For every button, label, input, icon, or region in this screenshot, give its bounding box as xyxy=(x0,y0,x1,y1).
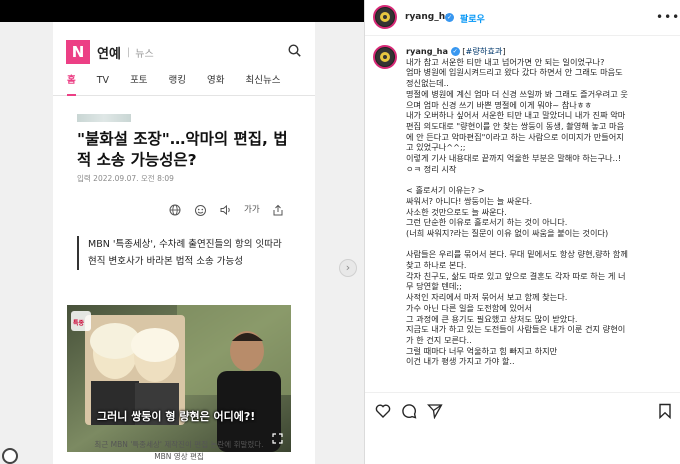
globe-icon[interactable] xyxy=(169,204,181,216)
tab-ranking[interactable]: 랭킹 xyxy=(169,72,186,96)
follow-button[interactable]: 팔로우 xyxy=(460,12,485,25)
speaker-icon[interactable] xyxy=(220,204,232,216)
bracket-close: ] xyxy=(502,46,506,56)
separator: | xyxy=(126,46,131,58)
avatar-image xyxy=(376,8,394,26)
photo-scene xyxy=(67,305,291,452)
post-actions xyxy=(365,392,680,464)
avatar[interactable] xyxy=(373,5,397,29)
caption-username[interactable]: ryang_ha xyxy=(406,46,448,56)
tab-home[interactable]: 홈 xyxy=(67,72,76,96)
subheadline-2: 현직 변호사가 바라본 법적 소송 가능성 xyxy=(88,256,243,267)
section-tabs: 홈 TV 포토 랭킹 영화 최신뉴스 xyxy=(53,72,315,96)
article-date: 입력 2022.09.07. 오전 8:09 xyxy=(77,174,174,183)
caption-line-2: MBN 영상 편집 xyxy=(154,452,204,461)
chevron-right-icon[interactable]: › xyxy=(339,259,357,277)
section-title[interactable]: 연예 xyxy=(97,43,121,62)
caption-body: 내가 참고 서운한 티만 내고 넘어가면 안 되는 일이었구나? 엄마 병원에 … xyxy=(406,56,628,367)
article-headline: "불화설 조장"…악마의 편집, 법적 소송 가능성은? xyxy=(77,130,288,169)
blurred-tag xyxy=(77,114,131,122)
article-page: N 연예 | 뉴스 홈 TV 포토 랭킹 영화 최신뉴스 "불화설 조장"…악마… xyxy=(53,22,315,464)
article-viewer: N 연예 | 뉴스 홈 TV 포토 랭킹 영화 최신뉴스 "불화설 조장"…악마… xyxy=(0,22,364,464)
send-icon[interactable] xyxy=(427,403,443,419)
caption-avatar-image xyxy=(376,48,394,66)
status-indicator xyxy=(2,448,18,464)
instagram-post-panel: ryang_ha ✓ 팔로우 ••• ryang_ha ✓ [#량하효과] 내가… xyxy=(364,0,680,464)
bookmark-icon[interactable] xyxy=(657,403,673,419)
article-photo[interactable]: 특종 그러니 쌍둥이 형 량현은 어디에?! xyxy=(67,305,291,452)
caption-area: ryang_ha ✓ [#량하효과] 내가 참고 서운한 티만 내고 넘어가면 … xyxy=(365,36,680,392)
share-icon[interactable] xyxy=(272,204,284,216)
post-caption: ryang_ha ✓ [#량하효과] 내가 참고 서운한 티만 내고 넘어가면 … xyxy=(406,46,674,367)
more-icon[interactable]: ••• xyxy=(656,10,680,24)
emoji-icon[interactable] xyxy=(194,204,207,216)
article-toolbar: 가가 xyxy=(169,204,284,216)
verified-icon: ✓ xyxy=(445,13,454,22)
tab-photo[interactable]: 포토 xyxy=(130,72,147,96)
tab-tv[interactable]: TV xyxy=(97,72,109,96)
text-size-button[interactable]: 가가 xyxy=(244,204,260,216)
tab-movie[interactable]: 영화 xyxy=(207,72,224,96)
news-link[interactable]: 뉴스 xyxy=(135,45,153,60)
photo-caption: 최근 MBN '특종세상' 제작진이 편집 논란에 휘말렸다. MBN 영상 편… xyxy=(67,439,291,463)
article-header: N 연예 | 뉴스 xyxy=(66,39,154,65)
post-header: ryang_ha ✓ 팔로우 ••• xyxy=(365,0,680,36)
photo-subtitle: 그러니 쌍둥이 형 량현은 어디에?! xyxy=(97,410,256,423)
comment-icon[interactable] xyxy=(401,403,417,419)
caption-verified-icon: ✓ xyxy=(450,47,460,56)
naver-logo[interactable]: N xyxy=(66,40,90,64)
tab-latest-news[interactable]: 최신뉴스 xyxy=(246,72,281,96)
search-icon[interactable] xyxy=(288,44,301,57)
hashtag-link[interactable]: #량하효과 xyxy=(465,46,502,56)
caption-avatar[interactable] xyxy=(373,45,397,69)
channel-logo: 특종 xyxy=(73,320,85,327)
caption-line-1: 최근 MBN '특종세상' 제작진이 편집 논란에 휘말렸다. xyxy=(94,440,264,449)
subheadline-1: MBN '특종세상', 수차례 출연진들의 항의 잇따라 xyxy=(88,239,282,250)
heart-icon[interactable] xyxy=(375,403,391,419)
article-subheadline: MBN '특종세상', 수차례 출연진들의 항의 잇따라 현직 변호사가 바라본… xyxy=(77,236,297,270)
